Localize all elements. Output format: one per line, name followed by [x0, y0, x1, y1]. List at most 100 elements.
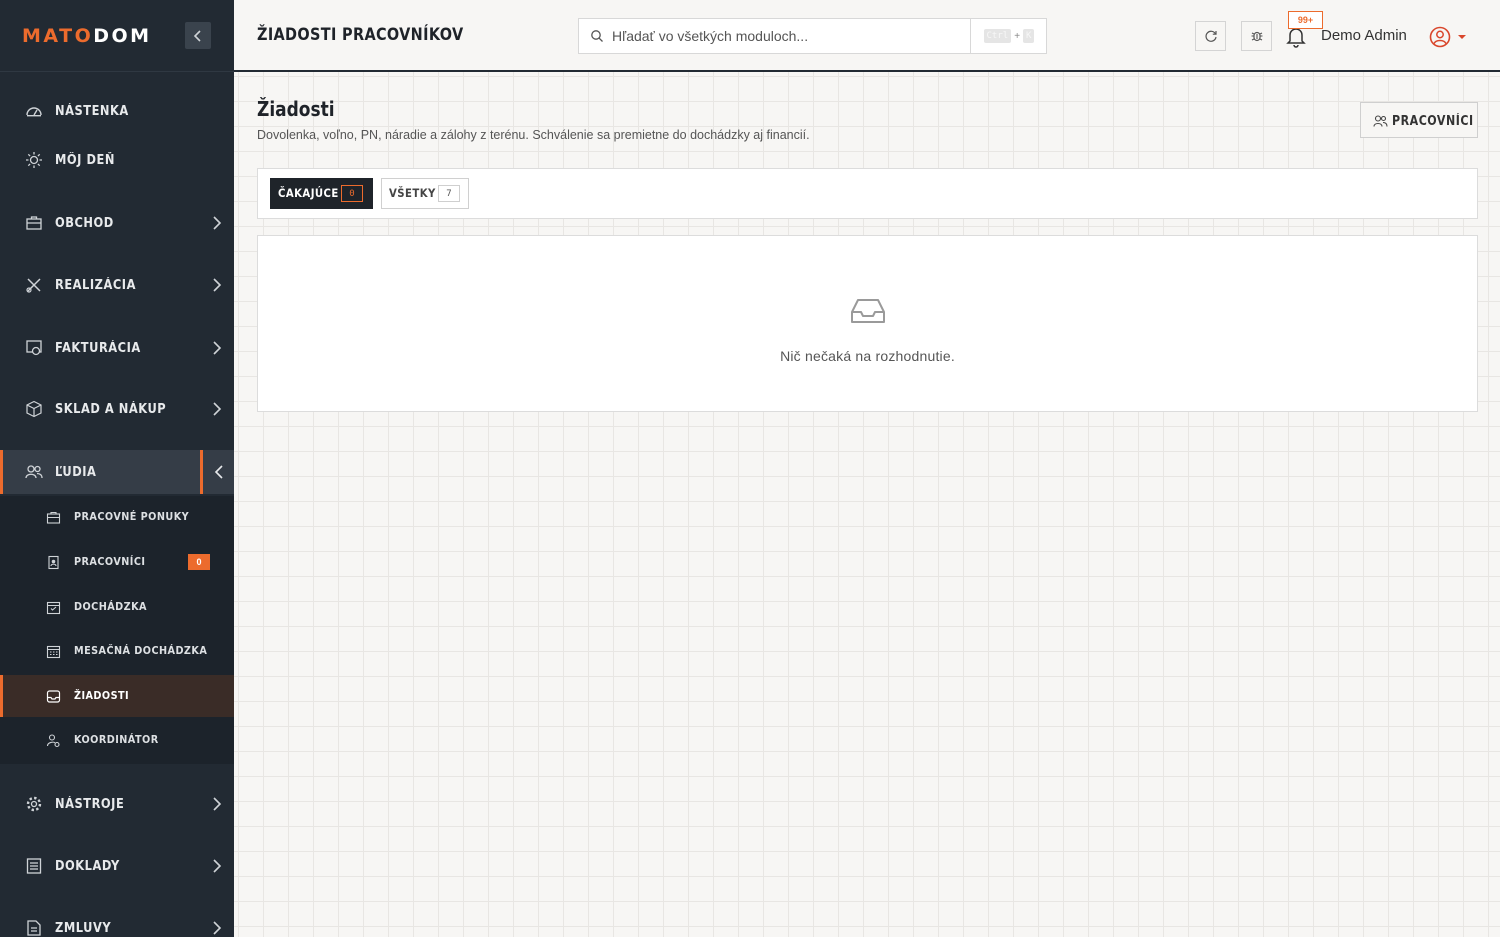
- briefcase-icon: [26, 216, 42, 230]
- bug-icon: [1251, 31, 1262, 42]
- page-heading: ŽIADOSTI PRACOVNÍKOV: [257, 25, 464, 45]
- sidebar-item-label: DOKLADY: [55, 858, 120, 874]
- sidebar-item-label: FAKTURÁCIA: [55, 340, 141, 356]
- notifications-bell-icon[interactable]: [1286, 26, 1306, 48]
- empty-state-message: Nič nečaká na rozhodnutie.: [780, 348, 955, 364]
- sidebar-subitem-ziadosti[interactable]: ŽIADOSTI: [0, 675, 234, 717]
- tab-count-badge: 0: [341, 185, 363, 202]
- users-icon: [1373, 115, 1388, 127]
- user-name[interactable]: Demo Admin: [1321, 27, 1407, 44]
- sidebar-item-sklad-a-nakup[interactable]: SKLAD A NÁKUP: [0, 387, 234, 431]
- sidebar-item-moj-den[interactable]: MÔJ DEŇ: [0, 138, 234, 182]
- sidebar-collapse-toggle[interactable]: [200, 450, 234, 494]
- request-filter-tabs: ČAKAJÚCE 0 VŠETKY 7: [257, 168, 1478, 219]
- sidebar-item-ludia[interactable]: ĽUDIA: [0, 450, 234, 494]
- logo[interactable]: MATODOM: [22, 25, 152, 47]
- briefcase-icon: [46, 511, 61, 524]
- sidebar-item-fakturacia[interactable]: FAKTURÁCIA: [0, 326, 234, 370]
- chevron-left-icon: [214, 465, 223, 479]
- user-avatar-icon[interactable]: [1429, 26, 1451, 48]
- sidebar-header: MATODOM: [0, 0, 234, 72]
- empty-state-panel: Nič nečaká na rozhodnutie.: [257, 235, 1478, 412]
- chevron-right-icon: [213, 216, 222, 230]
- sidebar: MATODOM NÁSTENKA MÔJ DEŇ OBCHOD REALIZÁC…: [0, 0, 234, 937]
- tools-icon: [26, 278, 41, 293]
- topbar: ŽIADOSTI PRACOVNÍKOV Ctrl + K 99+ Demo A…: [234, 0, 1500, 72]
- sidebar-item-realizacia[interactable]: REALIZÁCIA: [0, 263, 234, 307]
- chevron-right-icon: [213, 797, 222, 811]
- box-icon: [26, 400, 42, 418]
- document-list-icon: [26, 858, 42, 874]
- sidebar-subitem-label: PRACOVNÍCI: [74, 555, 146, 568]
- sidebar-item-label: ZMLUVY: [55, 920, 112, 936]
- sidebar-subitem-mesacna-dochadzka[interactable]: MESAČNÁ DOCHÁDZKA: [0, 630, 234, 672]
- sidebar-item-nastenka[interactable]: NÁSTENKA: [0, 89, 234, 133]
- pracovnici-count-badge: 0: [188, 554, 210, 570]
- sidebar-submenu-ludia: PRACOVNÉ PONUKY PRACOVNÍCI 0 DOCHÁDZKA M…: [0, 496, 234, 764]
- sidebar-item-label: ĽUDIA: [55, 464, 97, 480]
- gear-icon: [26, 796, 42, 812]
- sidebar-collapse-button[interactable]: [185, 22, 211, 49]
- bug-report-button[interactable]: [1241, 21, 1272, 51]
- chevron-right-icon: [213, 921, 222, 935]
- section-subtitle: Dovolenka, voľno, PN, náradie a zálohy z…: [257, 128, 810, 142]
- search-shortcut-hint: Ctrl + K: [970, 19, 1047, 53]
- shortcut-plus: +: [1014, 30, 1021, 42]
- chevron-right-icon: [213, 859, 222, 873]
- shortcut-key-k: K: [1023, 29, 1035, 43]
- logo-part-dom: DOM: [93, 24, 152, 47]
- sun-icon: [26, 152, 42, 168]
- shortcut-key-ctrl: Ctrl: [983, 29, 1012, 43]
- workers-button-label: PRACOVNÍCI: [1392, 114, 1474, 129]
- users-icon: [25, 465, 43, 479]
- chevron-left-icon: [193, 29, 201, 42]
- sidebar-item-label: NÁSTENKA: [55, 103, 129, 119]
- tab-cakajuce[interactable]: ČAKAJÚCE 0: [270, 178, 373, 209]
- inbox-tray-icon: [851, 299, 885, 323]
- workers-button[interactable]: PRACOVNÍCI: [1360, 102, 1478, 138]
- sidebar-item-label: NÁSTROJE: [55, 796, 125, 812]
- sidebar-item-label: REALIZÁCIA: [55, 277, 136, 293]
- calendar-check-icon: [46, 601, 61, 615]
- sidebar-subitem-label: PRACOVNÉ PONUKY: [74, 510, 190, 523]
- global-search[interactable]: Ctrl + K: [578, 18, 1047, 54]
- sidebar-subitem-label: MESAČNÁ DOCHÁDZKA: [74, 644, 208, 657]
- inbox-icon: [46, 690, 61, 703]
- logo-part-mato: MATO: [22, 24, 94, 47]
- search-input[interactable]: [612, 26, 962, 46]
- chevron-right-icon: [213, 402, 222, 416]
- chevron-down-icon[interactable]: [1457, 33, 1467, 41]
- sidebar-item-label: MÔJ DEŇ: [55, 152, 115, 168]
- chevron-right-icon: [213, 341, 222, 355]
- tab-label: VŠETKY: [389, 186, 436, 200]
- notifications-count-badge: 99+: [1288, 11, 1323, 29]
- main-content: Žiadosti Dovolenka, voľno, PN, náradie a…: [234, 72, 1500, 937]
- sidebar-item-label: SKLAD A NÁKUP: [55, 401, 167, 417]
- invoice-icon: [26, 340, 42, 356]
- sidebar-item-obchod[interactable]: OBCHOD: [0, 201, 234, 245]
- sidebar-subitem-dochadzka[interactable]: DOCHÁDZKA: [0, 586, 234, 628]
- search-icon: [591, 30, 603, 42]
- tab-label: ČAKAJÚCE: [278, 186, 339, 200]
- sidebar-item-nastroje[interactable]: NÁSTROJE: [0, 782, 234, 826]
- sidebar-item-zmluvy[interactable]: ZMLUVY: [0, 906, 234, 937]
- sidebar-item-doklady[interactable]: DOKLADY: [0, 844, 234, 888]
- section-title: Žiadosti: [257, 97, 335, 121]
- tab-count-badge: 7: [438, 185, 460, 202]
- sidebar-subitem-label: ŽIADOSTI: [74, 689, 130, 702]
- refresh-icon: [1205, 30, 1217, 42]
- badge-icon: [48, 555, 59, 570]
- contract-icon: [27, 920, 41, 936]
- sidebar-subitem-label: DOCHÁDZKA: [74, 600, 147, 613]
- dashboard-icon: [26, 107, 42, 117]
- sidebar-subitem-pracovne-ponuky[interactable]: PRACOVNÉ PONUKY: [0, 496, 234, 538]
- calendar-grid-icon: [46, 645, 61, 659]
- sidebar-item-label: OBCHOD: [55, 215, 114, 231]
- sidebar-subitem-pracovnici[interactable]: PRACOVNÍCI 0: [0, 541, 234, 583]
- chevron-right-icon: [213, 278, 222, 292]
- refresh-button[interactable]: [1195, 21, 1226, 51]
- sidebar-subitem-koordinator[interactable]: KOORDINÁTOR: [0, 719, 234, 761]
- user-settings-icon: [46, 734, 60, 748]
- tab-vsetky[interactable]: VŠETKY 7: [381, 178, 469, 209]
- sidebar-subitem-label: KOORDINÁTOR: [74, 733, 159, 746]
